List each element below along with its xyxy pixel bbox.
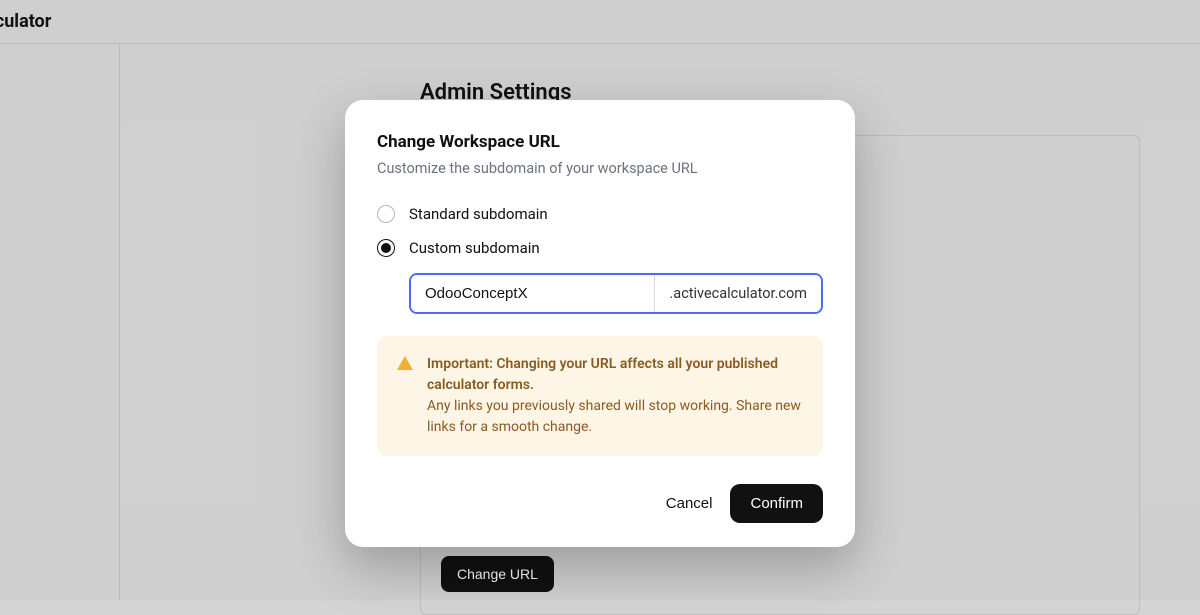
modal-actions: Cancel Confirm (377, 484, 823, 523)
change-url-modal: Change Workspace URL Customize the subdo… (345, 100, 855, 547)
warning-text: Important: Changing your URL affects all… (427, 354, 803, 438)
cancel-button[interactable]: Cancel (666, 495, 713, 512)
warning-line1: Important: Changing your URL affects all… (427, 356, 778, 393)
warning-icon (397, 356, 413, 370)
domain-suffix: .activecalculator.com (654, 275, 821, 312)
subdomain-input-group: .activecalculator.com (409, 273, 823, 314)
radio-circle-custom[interactable] (377, 239, 395, 257)
radio-custom[interactable]: Custom subdomain (377, 239, 823, 257)
modal-overlay: Change Workspace URL Customize the subdo… (0, 0, 1200, 600)
confirm-button[interactable]: Confirm (730, 484, 823, 523)
radio-circle-standard[interactable] (377, 205, 395, 223)
radio-standard[interactable]: Standard subdomain (377, 205, 823, 223)
modal-title: Change Workspace URL (377, 132, 823, 152)
modal-subtitle: Customize the subdomain of your workspac… (377, 160, 823, 177)
warning-box: Important: Changing your URL affects all… (377, 336, 823, 456)
radio-label-custom: Custom subdomain (409, 239, 540, 257)
radio-label-standard: Standard subdomain (409, 205, 548, 223)
warning-line2: Any links you previously shared will sto… (427, 398, 801, 435)
subdomain-input[interactable] (411, 275, 654, 312)
